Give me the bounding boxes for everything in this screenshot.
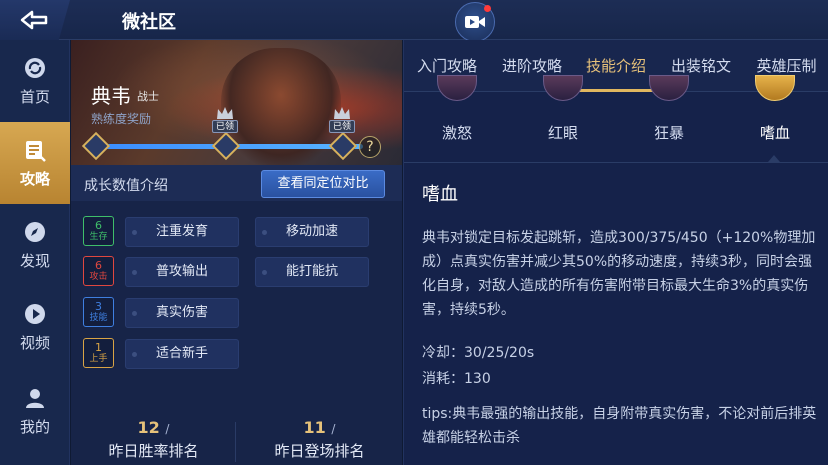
nav-label: 攻略	[19, 169, 50, 188]
nav-label: 首页	[19, 87, 50, 106]
trait-tag: 移动加速	[255, 217, 369, 247]
back-button[interactable]	[0, 0, 70, 40]
skill-selector: 激怒 红眼 狂暴 嗜血	[404, 75, 828, 163]
left-nav: 首页 攻略 发现 视频 我的	[0, 40, 70, 465]
skill-icon	[649, 75, 689, 101]
stat-row-attack: 6 攻击 普攻输出 能打能抗	[83, 256, 383, 288]
pick-rate-rank: 11 / 昨日登场排名	[274, 418, 365, 460]
growth-title: 成长数值介绍	[84, 178, 168, 194]
growth-header: 成长数值介绍 查看同定位对比	[71, 165, 402, 201]
hero-banner: 典韦 战士 熟练度奖励 已领 已领 ?	[71, 40, 402, 165]
nav-item-profile[interactable]: 我的	[0, 370, 70, 452]
skill-tips: tips:典韦最强的输出技能，自身附带真实伤害，不论对前后排英雄都能轻松击杀	[422, 406, 817, 446]
selected-skill-pointer	[768, 155, 780, 162]
skill-icon	[437, 75, 477, 101]
win-rate-rank: 12 / 昨日胜率排名	[108, 418, 199, 460]
rank-summary: 12 / 昨日胜率排名 11 / 昨日登场排名	[71, 418, 402, 465]
nav-item-home[interactable]: 首页	[0, 40, 70, 122]
stat-badge: 6 生存	[83, 216, 114, 246]
crown-icon	[217, 107, 233, 119]
refresh-icon	[25, 57, 45, 78]
active-tab-indicator	[574, 89, 658, 92]
skill-detail: 嗜血 典韦对锁定目标发起跳斩，造成300/375/450（+120%物理加成）点…	[422, 180, 817, 450]
crown-icon	[334, 107, 350, 119]
user-icon	[26, 388, 44, 408]
trait-tag: 适合新手	[125, 339, 239, 369]
stat-badge: 1 上手	[83, 338, 114, 368]
hero-overview-panel: 典韦 战士 熟练度奖励 已领 已领 ? 成长数值介绍 查看同定位对比 6 生存 …	[71, 40, 402, 465]
claimed-badge: 已领	[329, 120, 356, 133]
page-title: 微社区	[122, 12, 176, 33]
nav-item-discover[interactable]: 发现	[0, 204, 70, 286]
skill-cost: 消耗：130	[422, 371, 491, 387]
tab-skills[interactable]: 技能介绍	[574, 40, 658, 92]
nav-label: 发现	[19, 251, 50, 270]
skill-icon	[543, 75, 583, 101]
skill-title: 嗜血	[422, 184, 458, 205]
top-bar: 微社区	[0, 0, 828, 42]
stat-badge: 3 技能	[83, 297, 114, 327]
compass-icon	[25, 221, 45, 242]
trait-tag: 注重发育	[125, 217, 239, 247]
divider	[235, 422, 236, 462]
skill-item[interactable]: 狂暴	[616, 75, 722, 163]
help-button[interactable]: ?	[359, 136, 381, 158]
trait-tag: 真实伤害	[125, 298, 239, 328]
back-icon	[20, 10, 48, 30]
skill-item[interactable]: 红眼	[510, 75, 616, 163]
nav-label: 我的	[19, 417, 50, 436]
guide-icon	[26, 140, 46, 162]
skill-cooldown: 冷却：30/25/20s	[422, 345, 535, 361]
play-icon	[25, 303, 45, 324]
stat-row-skill: 3 技能 真实伤害	[83, 297, 383, 329]
claimed-badge: 已领	[212, 120, 239, 133]
skill-item[interactable]: 激怒	[404, 75, 510, 163]
trait-tag: 普攻输出	[125, 257, 239, 287]
live-camera-button[interactable]	[455, 2, 495, 42]
hero-name: 典韦	[91, 84, 131, 108]
guide-content-panel: 入门攻略 进阶攻略 技能介绍 出装铭文 英雄压制 激怒 红眼 狂暴 嗜血 嗜血 …	[403, 40, 828, 465]
nav-item-guide[interactable]: 攻略	[0, 122, 70, 204]
skill-icon	[755, 75, 795, 101]
notification-dot	[484, 5, 491, 12]
stat-row-survival: 6 生存 注重发育 移动加速	[83, 216, 383, 248]
video-camera-icon	[465, 16, 485, 28]
stat-row-difficulty: 1 上手 适合新手	[83, 338, 383, 370]
proficiency-label: 熟练度奖励	[91, 112, 152, 126]
trait-tag: 能打能抗	[255, 257, 369, 287]
nav-item-video[interactable]: 视频	[0, 286, 70, 368]
skill-item-selected[interactable]: 嗜血	[722, 75, 828, 163]
nav-label: 视频	[19, 333, 50, 352]
compare-button[interactable]: 查看同定位对比	[261, 170, 385, 198]
skill-description: 典韦对锁定目标发起跳斩，造成300/375/450（+120%物理加成）点真实伤…	[422, 230, 816, 318]
reward-node[interactable]	[81, 131, 111, 161]
hero-role: 战士	[137, 90, 159, 103]
stat-badge: 6 攻击	[83, 256, 114, 286]
